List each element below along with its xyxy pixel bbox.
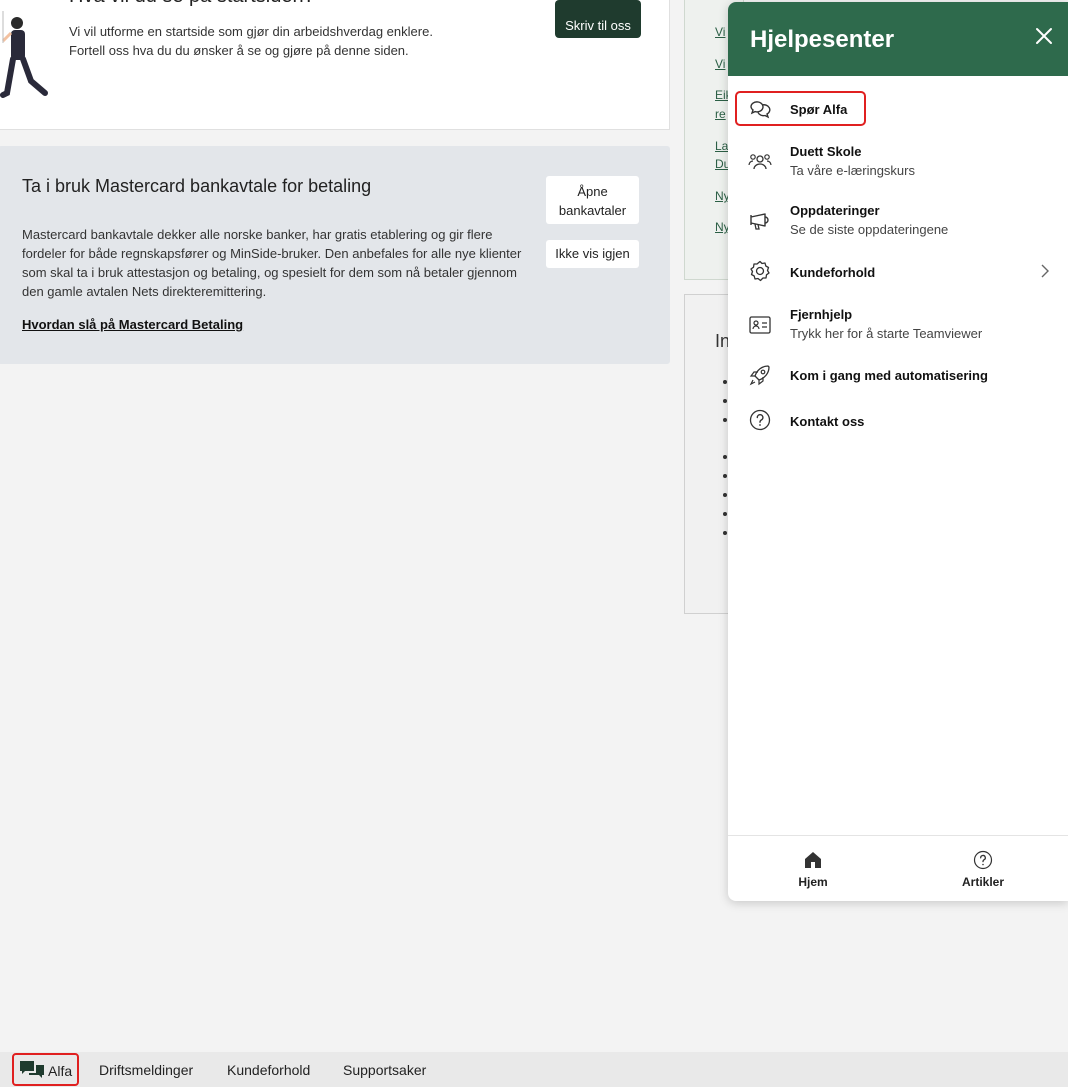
home-icon [805,852,821,868]
mastercard-help-link[interactable]: Hvordan slå på Mastercard Betaling [22,317,243,332]
bottom-bar-support-cases[interactable]: Supportsaker [343,1062,426,1078]
help-item-remote-help[interactable]: Fjernhjelp Trykk her for å starte Teamvi… [728,301,1068,347]
chevron-right-icon [1041,264,1049,278]
write-to-us-button[interactable]: Skriv til oss [555,0,641,38]
help-center-title: Hjelpesenter [750,26,895,53]
tab-articles[interactable]: Artikler [898,836,1068,901]
tab-home[interactable]: Hjem [728,836,898,901]
help-item-automation[interactable]: Kom i gang med automatisering [728,352,1068,398]
tab-label: Hjem [798,875,828,889]
help-item-updates[interactable]: Oppdateringer Se de siste oppdateringene [728,197,1068,243]
help-item-subtitle: Trykk her for å starte Teamviewer [790,326,983,341]
help-center-footer: Hjem Artikler [728,835,1068,901]
chat-bubbles-icon [750,101,771,119]
question-circle-icon [749,409,771,431]
feedback-text-1: Vi vil utforme en startside som gjør din… [69,24,433,39]
feedback-heading: Hva vil du se på startsiden? [69,0,315,8]
right-link[interactable]: re [715,107,726,121]
rocket-icon [749,365,770,386]
gear-icon [750,260,770,282]
help-item-customer-relations[interactable]: Kundeforhold [728,248,1068,294]
help-item-duett-skole[interactable]: Duett Skole Ta våre e-læringskurs [728,138,1068,184]
dont-show-again-button[interactable]: Ikke vis igjen [546,240,639,268]
mastercard-banner: Ta i bruk Mastercard bankavtale for beta… [0,146,670,364]
help-item-title: Duett Skole [790,144,862,159]
help-item-ask-alfa[interactable]: Spør Alfa [728,86,1068,132]
close-icon[interactable] [1034,26,1054,46]
help-item-title: Oppdateringer [790,203,880,218]
megaphone-icon [750,213,769,230]
help-item-title: Spør Alfa [790,102,848,117]
bottom-bar-operational-messages[interactable]: Driftsmeldinger [99,1062,193,1078]
help-item-title: Kontakt oss [790,414,865,429]
bullet [723,455,727,459]
bottom-bar: Alfa Driftsmeldinger Kundeforhold Suppor… [0,1052,1068,1087]
tab-label: Artikler [961,875,1005,889]
chat-icon [20,1061,44,1078]
bullet [723,474,727,478]
right-link[interactable]: Vi [715,25,725,39]
right-link[interactable]: La [715,139,728,153]
bullet [723,531,727,535]
bullet [723,493,727,497]
question-circle-icon [973,850,993,870]
bullet [723,512,727,516]
bottom-bar-customer-relations[interactable]: Kundeforhold [227,1062,310,1078]
person-walking-illustration [0,11,48,98]
help-item-subtitle: Se de siste oppdateringene [790,222,949,237]
people-icon [748,154,772,170]
right-link[interactable]: Vi [715,57,725,71]
help-center-panel: Hjelpesenter Spør Alfa Duett Skole Ta vå… [728,2,1068,901]
help-item-title: Fjernhjelp [790,307,853,322]
help-item-title: Kundeforhold [790,265,876,280]
mastercard-title: Ta i bruk Mastercard bankavtale for beta… [22,176,372,196]
id-card-icon [749,316,771,334]
bullet [723,399,727,403]
help-item-title: Kom i gang med automatisering [790,368,988,383]
help-center-header: Hjelpesenter [728,2,1068,76]
bullet [723,380,727,384]
alfa-label: Alfa [48,1063,73,1079]
bullet [723,418,727,422]
mastercard-description: Mastercard bankavtale dekker alle norske… [22,227,522,299]
open-bank-agreements-button[interactable]: Åpne bankavtaler [546,176,639,224]
feedback-text-2: Fortell oss hva du du ønsker å se og gjø… [69,43,409,58]
help-item-subtitle: Ta våre e-læringskurs [790,163,915,178]
help-item-contact-us[interactable]: Kontakt oss [728,397,1068,443]
alfa-button[interactable]: Alfa [12,1053,79,1086]
